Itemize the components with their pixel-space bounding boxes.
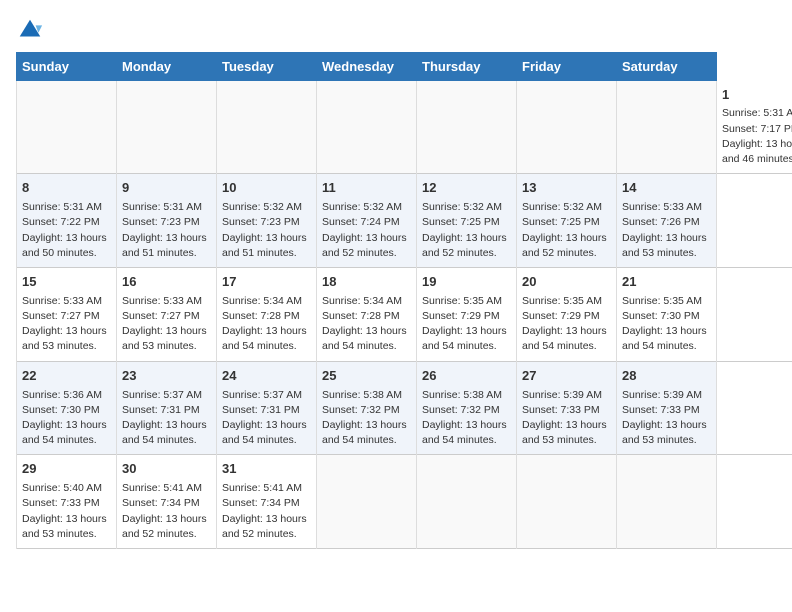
day-number: 1: [722, 86, 792, 105]
col-header-tuesday: Tuesday: [217, 53, 317, 81]
col-header-wednesday: Wednesday: [317, 53, 417, 81]
calendar-cell: [17, 81, 117, 174]
day-number: 8: [22, 179, 111, 198]
day-number: 28: [622, 367, 711, 386]
day-number: 24: [222, 367, 311, 386]
day-number: 20: [522, 273, 611, 292]
calendar-cell: [117, 81, 217, 174]
calendar-cell: [317, 455, 417, 549]
calendar-cell: 9Sunrise: 5:31 AMSunset: 7:23 PMDaylight…: [117, 174, 217, 268]
calendar-cell: [217, 81, 317, 174]
calendar-cell: 10Sunrise: 5:32 AMSunset: 7:23 PMDayligh…: [217, 174, 317, 268]
calendar-cell: [517, 455, 617, 549]
calendar-cell: [617, 455, 717, 549]
calendar-cell: 30Sunrise: 5:41 AMSunset: 7:34 PMDayligh…: [117, 455, 217, 549]
logo-icon: [16, 16, 44, 44]
week-row-4: 29Sunrise: 5:40 AMSunset: 7:33 PMDayligh…: [17, 455, 792, 549]
col-header-friday: Friday: [517, 53, 617, 81]
calendar-table: SundayMondayTuesdayWednesdayThursdayFrid…: [16, 52, 792, 549]
day-number: 14: [622, 179, 711, 198]
day-number: 29: [22, 460, 111, 479]
day-number: 15: [22, 273, 111, 292]
calendar-cell: [317, 81, 417, 174]
calendar-cell: 28Sunrise: 5:39 AMSunset: 7:33 PMDayligh…: [617, 361, 717, 455]
calendar-cell: [417, 455, 517, 549]
day-number: 22: [22, 367, 111, 386]
week-row-3: 22Sunrise: 5:36 AMSunset: 7:30 PMDayligh…: [17, 361, 792, 455]
calendar-cell: 16Sunrise: 5:33 AMSunset: 7:27 PMDayligh…: [117, 267, 217, 361]
page-header: [16, 16, 776, 44]
day-number: 13: [522, 179, 611, 198]
calendar-cell: 13Sunrise: 5:32 AMSunset: 7:25 PMDayligh…: [517, 174, 617, 268]
calendar-cell: 8Sunrise: 5:31 AMSunset: 7:22 PMDaylight…: [17, 174, 117, 268]
day-number: 21: [622, 273, 711, 292]
day-number: 26: [422, 367, 511, 386]
calendar-cell: 26Sunrise: 5:38 AMSunset: 7:32 PMDayligh…: [417, 361, 517, 455]
day-number: 10: [222, 179, 311, 198]
calendar-cell: 12Sunrise: 5:32 AMSunset: 7:25 PMDayligh…: [417, 174, 517, 268]
calendar-cell: 1Sunrise: 5:31 AMSunset: 7:17 PMDaylight…: [717, 81, 792, 174]
day-number: 17: [222, 273, 311, 292]
day-number: 11: [322, 179, 411, 198]
day-number: 30: [122, 460, 211, 479]
calendar-cell: 29Sunrise: 5:40 AMSunset: 7:33 PMDayligh…: [17, 455, 117, 549]
calendar-cell: 11Sunrise: 5:32 AMSunset: 7:24 PMDayligh…: [317, 174, 417, 268]
calendar-cell: 27Sunrise: 5:39 AMSunset: 7:33 PMDayligh…: [517, 361, 617, 455]
day-number: 18: [322, 273, 411, 292]
day-number: 19: [422, 273, 511, 292]
calendar-cell: 15Sunrise: 5:33 AMSunset: 7:27 PMDayligh…: [17, 267, 117, 361]
calendar-cell: 14Sunrise: 5:33 AMSunset: 7:26 PMDayligh…: [617, 174, 717, 268]
week-row-0: 1Sunrise: 5:31 AMSunset: 7:17 PMDaylight…: [17, 81, 792, 174]
col-header-thursday: Thursday: [417, 53, 517, 81]
calendar-cell: 23Sunrise: 5:37 AMSunset: 7:31 PMDayligh…: [117, 361, 217, 455]
day-number: 16: [122, 273, 211, 292]
day-number: 12: [422, 179, 511, 198]
calendar-cell: 17Sunrise: 5:34 AMSunset: 7:28 PMDayligh…: [217, 267, 317, 361]
calendar-cell: 24Sunrise: 5:37 AMSunset: 7:31 PMDayligh…: [217, 361, 317, 455]
calendar-cell: 20Sunrise: 5:35 AMSunset: 7:29 PMDayligh…: [517, 267, 617, 361]
col-header-sunday: Sunday: [17, 53, 117, 81]
day-number: 9: [122, 179, 211, 198]
calendar-cell: [617, 81, 717, 174]
week-row-1: 8Sunrise: 5:31 AMSunset: 7:22 PMDaylight…: [17, 174, 792, 268]
day-number: 25: [322, 367, 411, 386]
calendar-cell: 19Sunrise: 5:35 AMSunset: 7:29 PMDayligh…: [417, 267, 517, 361]
calendar-cell: [517, 81, 617, 174]
calendar-cell: 22Sunrise: 5:36 AMSunset: 7:30 PMDayligh…: [17, 361, 117, 455]
logo: [16, 16, 48, 44]
header-row: SundayMondayTuesdayWednesdayThursdayFrid…: [17, 53, 792, 81]
day-number: 31: [222, 460, 311, 479]
calendar-cell: 18Sunrise: 5:34 AMSunset: 7:28 PMDayligh…: [317, 267, 417, 361]
week-row-2: 15Sunrise: 5:33 AMSunset: 7:27 PMDayligh…: [17, 267, 792, 361]
col-header-monday: Monday: [117, 53, 217, 81]
calendar-cell: 31Sunrise: 5:41 AMSunset: 7:34 PMDayligh…: [217, 455, 317, 549]
day-number: 23: [122, 367, 211, 386]
col-header-saturday: Saturday: [617, 53, 717, 81]
calendar-cell: [417, 81, 517, 174]
day-number: 27: [522, 367, 611, 386]
calendar-cell: 21Sunrise: 5:35 AMSunset: 7:30 PMDayligh…: [617, 267, 717, 361]
calendar-cell: 25Sunrise: 5:38 AMSunset: 7:32 PMDayligh…: [317, 361, 417, 455]
